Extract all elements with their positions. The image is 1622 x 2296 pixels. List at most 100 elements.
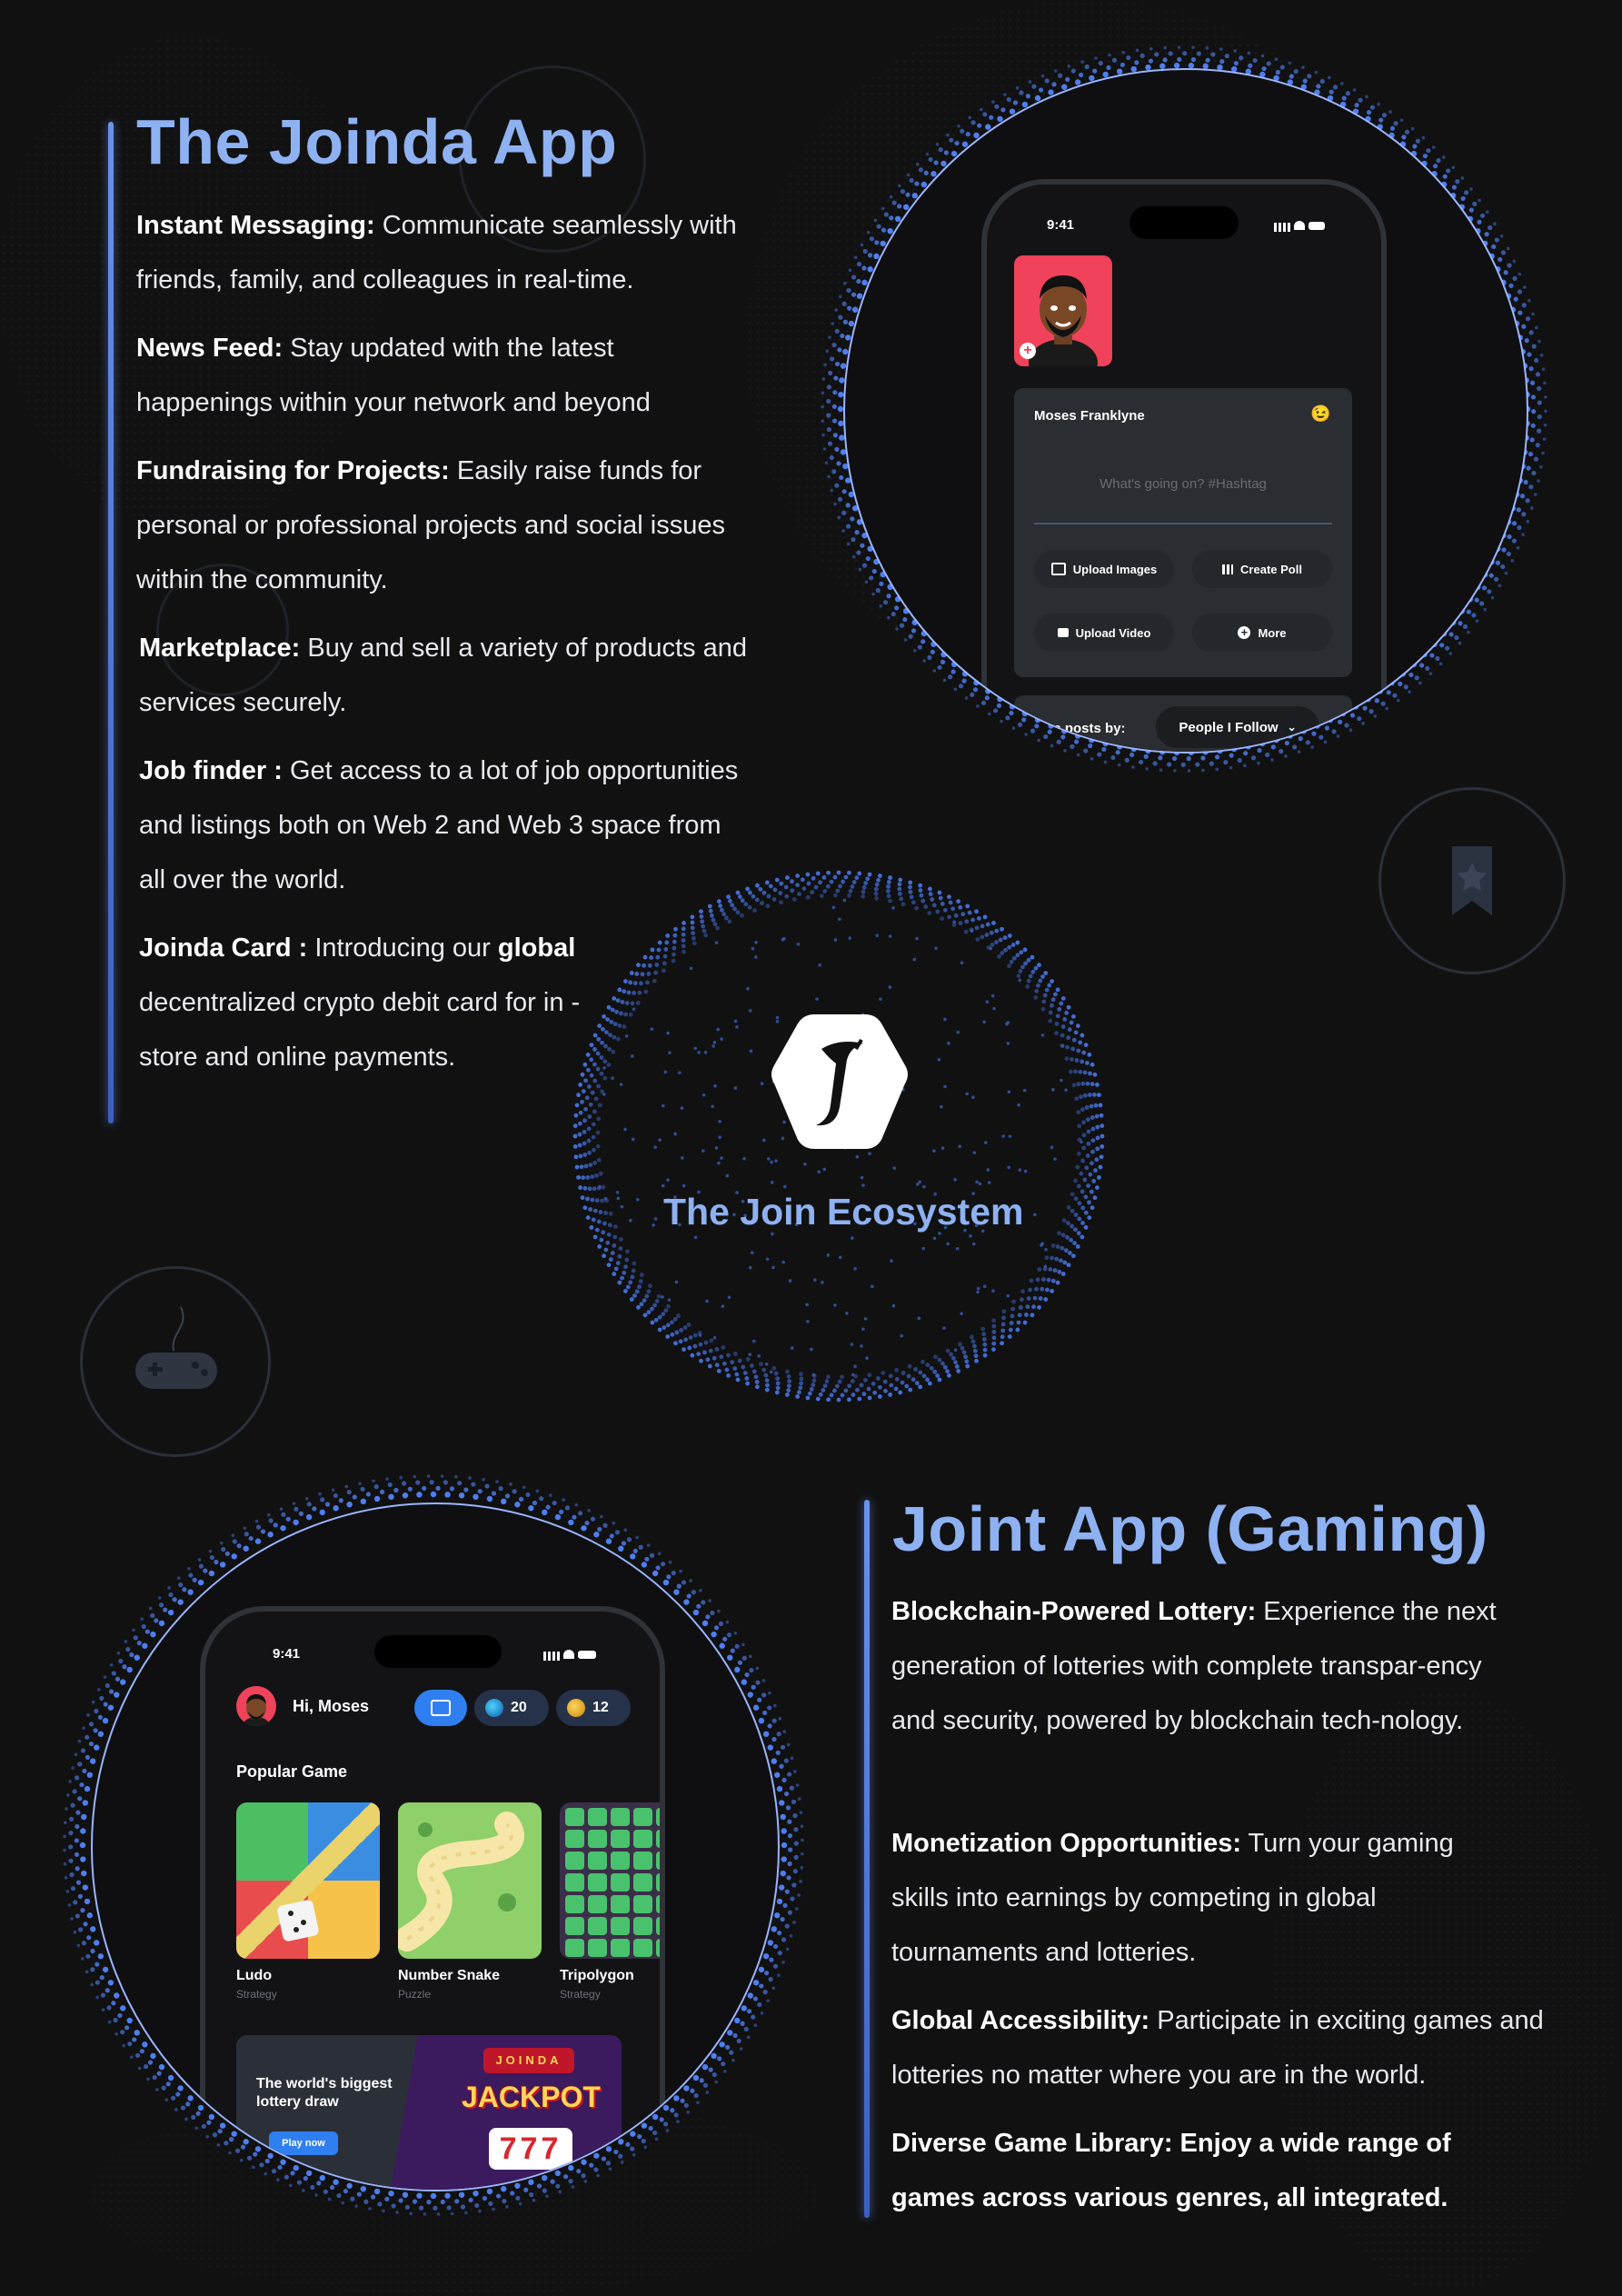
halo-dot	[395, 2211, 399, 2214]
sphere-dot	[795, 1394, 801, 1399]
sphere-dot	[1044, 1247, 1048, 1252]
halo-dot	[429, 1480, 434, 1485]
halo-dot	[776, 1732, 781, 1737]
emoji-icon[interactable]: 😉	[1310, 404, 1330, 424]
sphere-dot	[630, 1274, 635, 1280]
play-now-button[interactable]: Play now	[269, 2131, 338, 2155]
tile	[588, 1917, 607, 1935]
sphere-dot	[982, 1284, 987, 1289]
halo-dot	[63, 1821, 67, 1824]
sphere-dot	[725, 1173, 730, 1178]
post-input[interactable]: What's going on? #Hashtag	[1034, 452, 1332, 524]
sphere-dot	[1095, 1185, 1100, 1190]
sphere-dot	[888, 1393, 892, 1397]
story-avatar[interactable]: +	[1014, 255, 1112, 366]
sphere-dot	[596, 1036, 602, 1042]
sphere-dot	[632, 991, 636, 995]
sphere-dot	[610, 1007, 615, 1013]
sphere-dot	[886, 893, 891, 899]
more-button[interactable]: + More	[1192, 614, 1332, 652]
halo-dot	[416, 1492, 423, 1498]
halo-dot	[927, 654, 932, 660]
sphere-dot	[768, 883, 773, 889]
halo-dot	[1111, 57, 1118, 63]
game-card-tripolygon[interactable]: Tripolygon Strategy	[560, 1802, 660, 2001]
sphere-dot	[690, 1353, 695, 1358]
halo-dot	[821, 433, 825, 437]
sphere-dot	[972, 1348, 978, 1353]
coins-balance[interactable]: 12	[556, 1690, 631, 1726]
halo-dot	[977, 123, 982, 128]
share-filter-dropdown[interactable]: People I Follow ⌄	[1156, 706, 1319, 748]
sphere-dot	[572, 1123, 578, 1129]
halo-dot	[1429, 653, 1435, 658]
halo-dot	[917, 644, 922, 650]
sphere-dot	[1043, 1264, 1048, 1268]
halo-dot	[377, 2201, 383, 2207]
halo-dot	[314, 2193, 318, 2197]
sphere-dot	[1076, 1048, 1081, 1053]
sphere-dot	[908, 880, 913, 885]
halo-dot	[797, 1893, 801, 1897]
halo-dot	[86, 1713, 90, 1717]
halo-dot	[127, 2041, 133, 2047]
sphere-dot	[911, 1377, 916, 1383]
upload-images-button[interactable]: Upload Images	[1034, 550, 1174, 588]
upload-video-button[interactable]: Upload Video	[1034, 614, 1174, 652]
sphere-dot	[772, 887, 778, 893]
sphere-dot	[586, 1067, 591, 1073]
sphere-dot	[1073, 1069, 1078, 1074]
sphere-dot	[587, 1114, 592, 1119]
sphere-dot	[775, 1381, 781, 1386]
halo-dot	[781, 1937, 787, 1942]
sphere-dot	[771, 1365, 777, 1371]
sphere-dot	[624, 1034, 629, 1038]
lottery-banner[interactable]: The world's biggest lottery draw Play no…	[236, 2035, 622, 2190]
sphere-dot	[953, 1177, 958, 1182]
add-story-icon[interactable]: +	[1020, 343, 1036, 359]
sphere-dot	[798, 1385, 803, 1391]
sphere-dot	[592, 1160, 598, 1165]
sphere-dot	[1035, 1277, 1040, 1283]
halo-dot	[905, 192, 911, 197]
halo-dot	[1378, 117, 1384, 123]
ticket-button[interactable]	[414, 1690, 467, 1726]
sphere-dot	[1066, 1004, 1071, 1010]
sphere-dot	[1020, 1297, 1024, 1303]
halo-dot	[1495, 560, 1501, 565]
sphere-dot	[1017, 1103, 1020, 1107]
sphere-dot	[1053, 992, 1058, 997]
halo-dot	[1481, 585, 1488, 591]
halo-dot	[468, 1476, 472, 1480]
sphere-dot	[929, 1365, 934, 1371]
game-card-number-snake[interactable]: Number Snake Puzzle	[398, 1802, 542, 2001]
halo-dot	[141, 1623, 146, 1630]
halo-dot	[755, 1666, 760, 1671]
sphere-dot	[597, 1244, 602, 1249]
sphere-dot	[764, 1378, 770, 1383]
halo-dot	[1527, 451, 1534, 457]
sphere-dot	[637, 990, 642, 995]
game-name: Ludo	[236, 1968, 273, 1983]
sphere-dot	[851, 1393, 856, 1397]
halo-dot	[891, 611, 896, 617]
halo-dot	[93, 1728, 98, 1733]
sphere-dot	[981, 1332, 987, 1337]
sphere-dot	[960, 961, 964, 965]
gems-balance[interactable]: 20	[474, 1690, 549, 1726]
feature-label: Monetization Opportunities:	[891, 1829, 1242, 1858]
sphere-dot	[843, 1388, 849, 1393]
create-poll-button[interactable]: Create Poll	[1192, 550, 1332, 588]
avatar[interactable]	[236, 1686, 276, 1726]
sphere-dot	[897, 882, 902, 887]
sphere-dot	[667, 1298, 672, 1302]
halo-dot	[1512, 275, 1518, 281]
halo-dot	[655, 1565, 661, 1571]
halo-dot	[1316, 84, 1321, 89]
sphere-dot	[582, 1129, 587, 1134]
halo-dot	[379, 1489, 385, 1495]
halo-dot	[783, 1758, 789, 1763]
sphere-dot	[1059, 1001, 1064, 1006]
game-card-ludo[interactable]: Ludo Strategy	[236, 1802, 380, 2001]
halo-dot	[749, 1654, 752, 1659]
